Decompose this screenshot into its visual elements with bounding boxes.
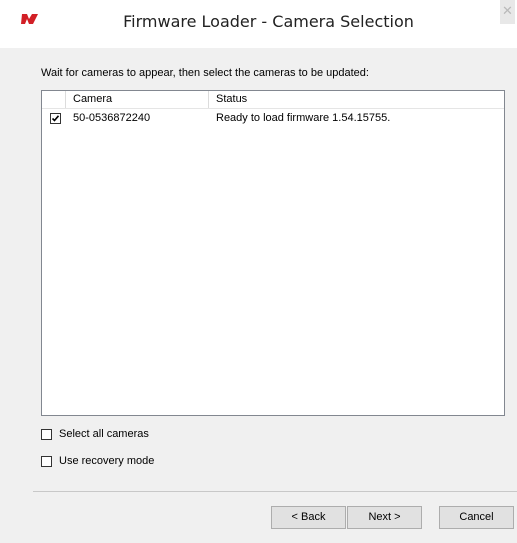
header-separator[interactable] (208, 91, 209, 108)
title-bar: Firmware Loader - Camera Selection ✕ (0, 0, 517, 48)
instruction-text: Wait for cameras to appear, then select … (41, 67, 369, 79)
camera-id: 50-0536872240 (73, 112, 151, 124)
select-all-label[interactable]: Select all cameras (59, 428, 149, 440)
cancel-button[interactable]: Cancel (439, 506, 514, 529)
next-button[interactable]: Next > (347, 506, 422, 529)
column-header-camera[interactable]: Camera (73, 93, 112, 105)
camera-checkbox[interactable] (50, 113, 61, 124)
select-all-checkbox[interactable] (41, 429, 52, 440)
back-button[interactable]: < Back (271, 506, 346, 529)
header-separator[interactable] (65, 91, 66, 108)
recovery-mode-label[interactable]: Use recovery mode (59, 455, 154, 467)
divider (33, 491, 517, 492)
recovery-mode-checkbox[interactable] (41, 456, 52, 467)
list-header: Camera Status (42, 91, 504, 109)
window-title: Firmware Loader - Camera Selection (123, 12, 414, 31)
close-button[interactable]: ✕ (500, 0, 515, 24)
camera-status: Ready to load firmware 1.54.15755. (216, 112, 391, 124)
dialog-body: Wait for cameras to appear, then select … (0, 48, 517, 543)
list-item[interactable]: 50-0536872240 Ready to load firmware 1.5… (42, 110, 504, 128)
camera-list[interactable]: Camera Status 50-0536872240 Ready to loa… (41, 90, 505, 416)
column-header-status[interactable]: Status (216, 93, 247, 105)
checkmark-icon (51, 115, 60, 122)
